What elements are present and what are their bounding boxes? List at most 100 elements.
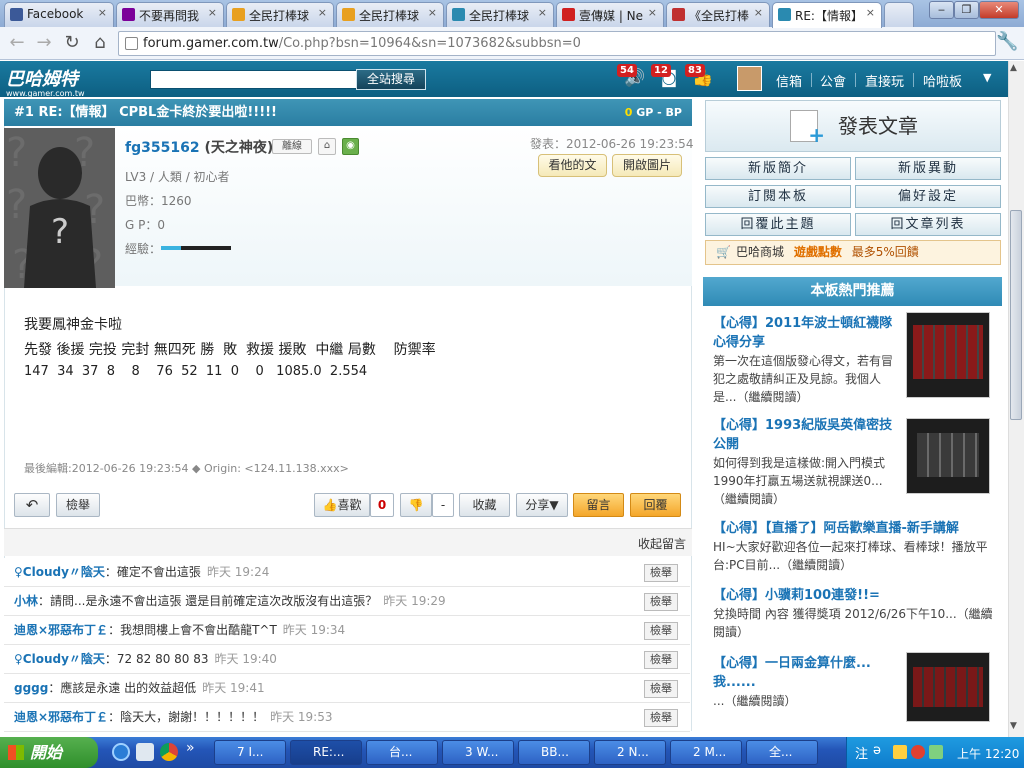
scroll-up-icon[interactable]: ▲ bbox=[1010, 63, 1017, 73]
rss-icon[interactable]: ◉ bbox=[342, 138, 359, 155]
hot-item[interactable]: 【心得】小骥莉100連發!!= 兌換時間 內容 獲得獎項 2012/6/26下午1… bbox=[713, 586, 993, 641]
home-icon[interactable]: ⌂ bbox=[318, 138, 336, 155]
comment-user[interactable]: ♀Cloudy〃陰天 bbox=[14, 652, 105, 666]
close-icon[interactable]: × bbox=[538, 6, 547, 19]
tab-4[interactable]: 全民打棒球 × bbox=[336, 2, 444, 27]
preferences-button[interactable]: 偏好設定 bbox=[855, 185, 1001, 208]
hot-item[interactable]: 【心得】1993紀版吳英偉密技公開 如何得到我是這樣做:開入門模式1990年打贏五… bbox=[713, 416, 899, 508]
scroll-down-icon[interactable]: ▼ bbox=[1010, 721, 1017, 731]
comment-report-button[interactable]: 檢舉 bbox=[644, 593, 678, 611]
hot-item-title[interactable]: 【心得】1993紀版吳英偉密技公開 bbox=[713, 416, 899, 454]
collapse-comments-link[interactable]: 收起留言 bbox=[638, 535, 686, 552]
site-logo[interactable]: 巴哈姆特 www.gamer.com.tw bbox=[6, 65, 85, 98]
collect-button[interactable]: 收藏 bbox=[459, 493, 510, 517]
tab-7[interactable]: 《全民打棒 × bbox=[666, 2, 770, 27]
comment-user[interactable]: 小林 bbox=[14, 594, 38, 608]
comment-report-button[interactable]: 檢舉 bbox=[644, 564, 678, 582]
user-avatar-large[interactable]: ?????? ? bbox=[4, 128, 115, 288]
quicklaunch-overflow-icon[interactable]: » bbox=[186, 740, 195, 756]
close-icon[interactable]: × bbox=[98, 6, 107, 19]
hot-item[interactable]: 【心得】一日兩金算什麼...我...... ...（繼續閱讀） bbox=[713, 654, 899, 710]
app-icon[interactable] bbox=[136, 743, 154, 761]
guild-link[interactable]: 公會 bbox=[820, 71, 846, 90]
comment-report-button[interactable]: 檢舉 bbox=[644, 709, 678, 727]
hot-item-thumbnail[interactable] bbox=[906, 418, 990, 494]
forward-icon[interactable]: → bbox=[33, 32, 55, 54]
close-window-icon[interactable]: ✕ bbox=[979, 1, 1019, 19]
tab-3[interactable]: 全民打棒球 × bbox=[226, 2, 334, 27]
close-icon[interactable]: × bbox=[428, 6, 437, 19]
comment-user[interactable]: 迪恩×邪惡布丁￡ bbox=[14, 710, 108, 724]
comment-user[interactable]: ♀Cloudy〃陰天 bbox=[14, 565, 105, 579]
new-tab-button[interactable] bbox=[884, 2, 914, 27]
tab-facebook[interactable]: Facebook × bbox=[4, 2, 114, 27]
open-images-button[interactable]: 開啟圖片 bbox=[612, 154, 682, 177]
close-icon[interactable]: × bbox=[866, 6, 875, 19]
comment-report-button[interactable]: 檢舉 bbox=[644, 622, 678, 640]
ie-icon[interactable] bbox=[112, 743, 130, 761]
close-icon[interactable]: × bbox=[648, 6, 657, 19]
scrollbar-thumb[interactable] bbox=[1010, 210, 1022, 420]
taskbar-item[interactable]: 7 I... bbox=[214, 740, 286, 765]
close-icon[interactable]: × bbox=[208, 6, 217, 19]
tab-6[interactable]: 壹傳媒 | Ne × bbox=[556, 2, 664, 27]
comment-button[interactable]: 留言 bbox=[573, 493, 624, 517]
forum-link[interactable]: 哈啦板 bbox=[923, 71, 962, 90]
ime-icon[interactable]: 注 bbox=[855, 743, 868, 762]
tab-2[interactable]: 不要再問我 × bbox=[116, 2, 224, 27]
comment-report-button[interactable]: 檢舉 bbox=[644, 651, 678, 669]
home-icon[interactable]: ⌂ bbox=[89, 32, 111, 54]
wrench-icon[interactable]: 🔧 bbox=[996, 31, 1018, 53]
network-icon[interactable] bbox=[929, 745, 943, 759]
restore-icon[interactable]: ❐ bbox=[954, 1, 979, 19]
tray-app-icon[interactable] bbox=[911, 745, 925, 759]
back-to-list-button[interactable]: 回文章列表 bbox=[855, 213, 1001, 236]
hot-item-thumbnail[interactable] bbox=[906, 312, 990, 398]
taskbar-item-active[interactable]: RE:... bbox=[290, 740, 362, 765]
site-search-input[interactable] bbox=[150, 70, 357, 89]
close-icon[interactable]: × bbox=[318, 6, 327, 19]
taskbar-item[interactable]: 台... bbox=[366, 740, 438, 765]
thumb-down-icon[interactable]: 👎 bbox=[400, 493, 432, 517]
hot-item-title[interactable]: 【心得】【直播了】阿岳歡樂直播-新手講解 bbox=[713, 519, 993, 538]
new-post-button[interactable]: + 發表文章 bbox=[705, 100, 1001, 152]
tab-active[interactable]: RE:【情報】 × bbox=[772, 2, 882, 28]
hot-item-title[interactable]: 【心得】小骥莉100連發!!= bbox=[713, 586, 993, 605]
play-link[interactable]: 直接玩 bbox=[865, 71, 904, 90]
comment-user[interactable]: gggg bbox=[14, 681, 48, 695]
board-intro-button[interactable]: 新版簡介 bbox=[705, 157, 851, 180]
like-button[interactable]: 👍喜歡 bbox=[314, 493, 370, 517]
chrome-icon[interactable] bbox=[160, 743, 178, 761]
hot-item[interactable]: 【心得】2011年波士頓紅襪隊心得分享 第一次在這個版發心得文，若有冒犯之處敬請糾… bbox=[713, 314, 899, 406]
subscribe-board-button[interactable]: 訂閱本板 bbox=[705, 185, 851, 208]
mailbox-link[interactable]: 信箱 bbox=[776, 71, 802, 90]
taskbar-item[interactable]: 全... bbox=[746, 740, 818, 765]
ime-mode-icon[interactable]: ǝ bbox=[873, 743, 881, 758]
tab-5[interactable]: 全民打棒球 × bbox=[446, 2, 554, 27]
dropdown-arrow-icon[interactable]: ▼ bbox=[983, 71, 991, 84]
view-user-posts-button[interactable]: 看他的文 bbox=[538, 154, 607, 177]
hot-item[interactable]: 【心得】【直播了】阿岳歡樂直播-新手講解 HI~大家好歡迎各位一起來打棒球、看棒球… bbox=[713, 519, 993, 574]
reply-button[interactable]: 回覆 bbox=[630, 493, 681, 517]
comment-user[interactable]: 迪恩×邪惡布丁￡ bbox=[14, 623, 108, 637]
reload-icon[interactable]: ↻ bbox=[61, 32, 83, 54]
tray-app-icon[interactable] bbox=[893, 745, 907, 759]
board-changes-button[interactable]: 新版異動 bbox=[855, 157, 1001, 180]
comment-report-button[interactable]: 檢舉 bbox=[644, 680, 678, 698]
author-name[interactable]: fg355162 (天之神夜) bbox=[125, 137, 273, 157]
shop-banner[interactable]: 🛒 巴哈商城 遊戲點數 最多5%回饋 bbox=[705, 240, 1001, 265]
taskbar-item[interactable]: 2 M... bbox=[670, 740, 742, 765]
address-bar[interactable]: forum.gamer.com.tw/Co.php?bsn=10964&sn=1… bbox=[118, 31, 996, 56]
share-button[interactable]: 分享▼ bbox=[516, 493, 568, 517]
hot-item-title[interactable]: 【心得】2011年波士頓紅襪隊心得分享 bbox=[713, 314, 899, 352]
start-button[interactable]: 開始 bbox=[0, 737, 98, 768]
back-icon[interactable]: ← bbox=[6, 32, 28, 54]
hot-item-thumbnail[interactable] bbox=[906, 652, 990, 722]
undo-icon[interactable]: ↶ bbox=[14, 493, 50, 517]
report-button[interactable]: 檢舉 bbox=[56, 493, 100, 517]
taskbar-item[interactable]: BB... bbox=[518, 740, 590, 765]
taskbar-item[interactable]: 3 W... bbox=[442, 740, 514, 765]
reply-topic-button[interactable]: 回覆此主題 bbox=[705, 213, 851, 236]
close-icon[interactable]: × bbox=[754, 6, 763, 19]
site-search-button[interactable]: 全站搜尋 bbox=[356, 69, 426, 90]
